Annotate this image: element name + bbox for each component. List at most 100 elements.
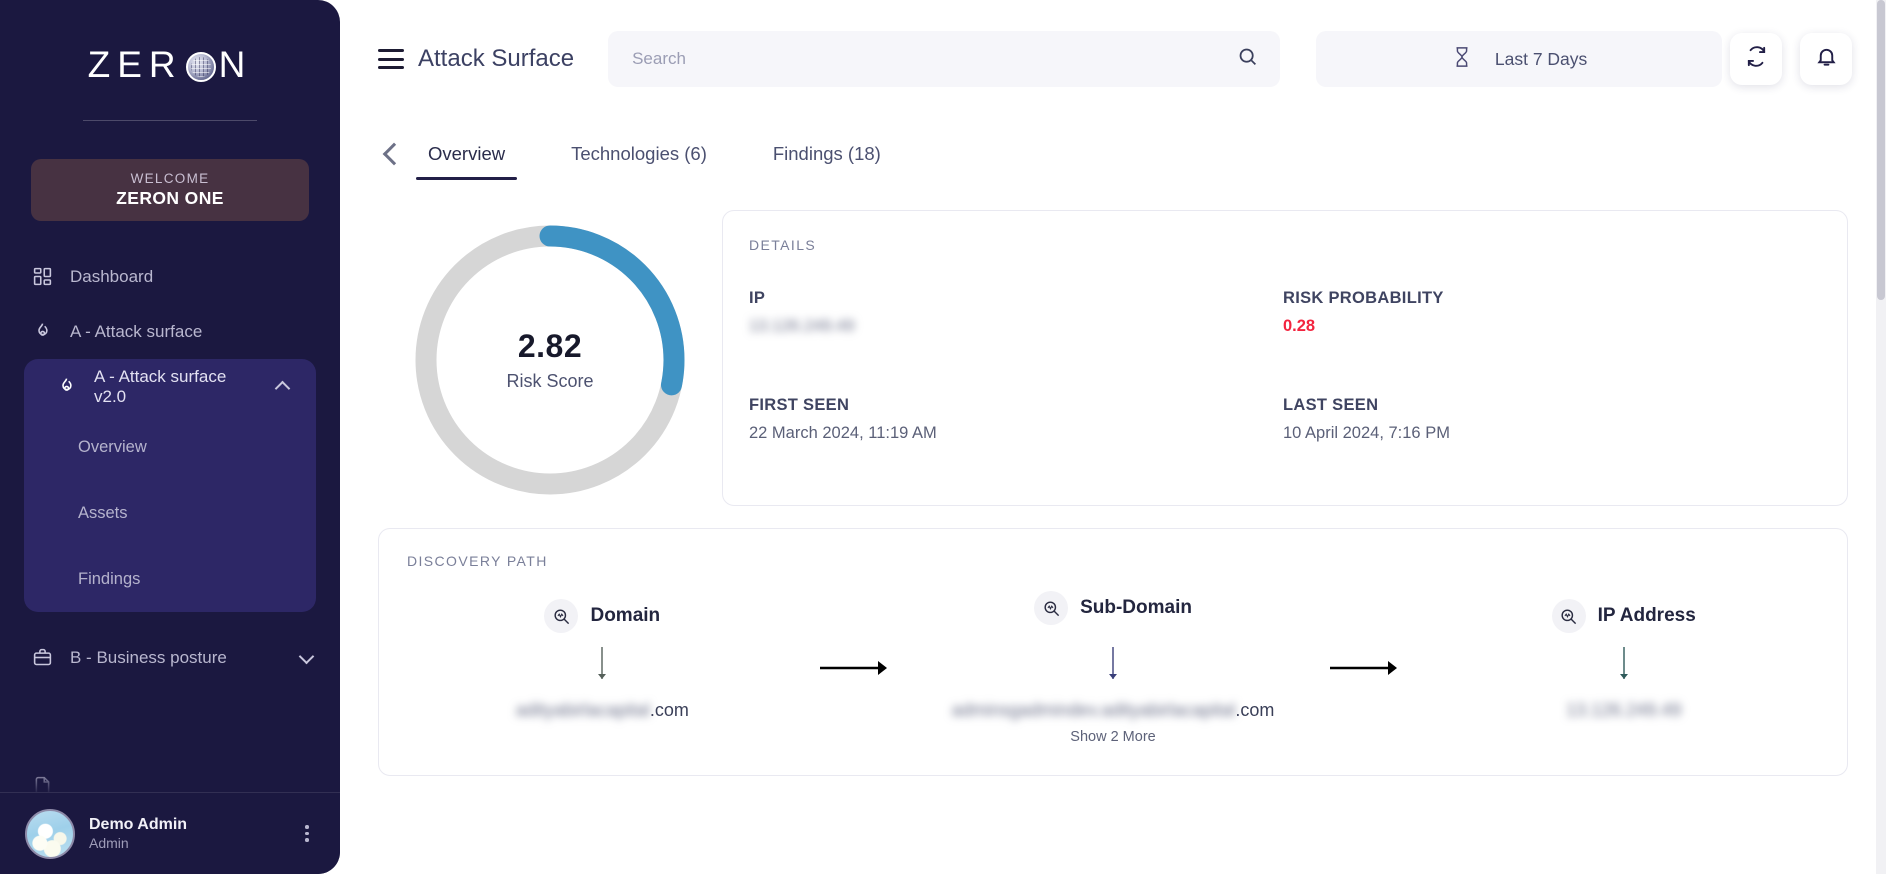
page-scrollbar[interactable] <box>1876 0 1886 874</box>
tab-label: Findings (18) <box>772 143 881 164</box>
discovery-node-value-redacted: 13.126.249.49 <box>1566 700 1682 720</box>
tab-findings[interactable]: Findings (18) <box>761 128 893 180</box>
discovery-node-value-suffix: .com <box>649 700 689 720</box>
scrollbar-thumb[interactable] <box>1877 0 1885 300</box>
magnifier-scan-icon <box>1034 591 1069 625</box>
detail-value: 0.28 <box>1283 317 1316 335</box>
risk-score-label: Risk Score <box>506 371 594 391</box>
detail-key: RISK PROBABILITY <box>1283 289 1444 307</box>
detail-key: IP <box>749 289 766 307</box>
sidebar-subitem-label: Assets <box>78 503 128 522</box>
arrow-right-icon <box>1308 599 1428 679</box>
sidebar-item-dashboard[interactable]: Dashboard <box>0 249 340 304</box>
refresh-icon <box>1745 45 1768 73</box>
flame-icon <box>32 321 53 342</box>
welcome-label: WELCOME <box>130 171 210 186</box>
flame-icon <box>56 376 77 397</box>
sidebar-item-overview[interactable]: Overview <box>24 414 316 480</box>
chevron-down-icon[interactable] <box>300 651 314 665</box>
logo-letters-n: N <box>218 44 253 85</box>
sidebar-item-attack-surface-v2[interactable]: A - Attack surface v2.0 <box>24 359 316 414</box>
detail-value: 13.126.249.49 <box>749 317 855 335</box>
discovery-node-value: 13.126.249.49 <box>1566 700 1681 721</box>
content-area: 2.82 Risk Score DETAILS IP 13.126.249.49 <box>340 190 1886 776</box>
discovery-node-value-suffix: .com <box>1235 700 1275 720</box>
details-grid: IP 13.126.249.49 RISK PROBABILITY 0.28 F… <box>749 289 1817 443</box>
detail-field-risk-probability: RISK PROBABILITY 0.28 <box>1283 289 1817 336</box>
date-range-filter[interactable]: Last 7 Days <box>1316 31 1723 87</box>
sidebar-group-attack-surface-v2: A - Attack surface v2.0 Overview Assets … <box>24 359 316 612</box>
top-bar: Attack Surface Last 7 Days <box>340 0 1886 118</box>
risk-score-value: 2.82 <box>517 328 583 364</box>
sidebar-user-bar[interactable]: Demo Admin Admin <box>0 792 340 874</box>
show-more-link[interactable]: Show 2 More <box>1070 729 1155 745</box>
notifications-button[interactable] <box>1800 33 1852 85</box>
briefcase-icon <box>32 647 53 668</box>
search-box[interactable] <box>608 31 1281 87</box>
discovery-node-value: adityabirlacapital.com <box>516 700 689 721</box>
magnifier-scan-icon <box>544 599 579 633</box>
magnifier-scan-icon <box>1551 599 1586 633</box>
sidebar-item-findings[interactable]: Findings <box>24 546 316 612</box>
user-meta: Demo Admin Admin <box>89 815 282 853</box>
arrow-down-icon <box>595 645 609 690</box>
discovery-path-card: DISCOVERY PATH Domain adityabirlacapital… <box>378 528 1848 776</box>
welcome-org-name: ZERON ONE <box>116 188 224 208</box>
sidebar-item-label: Dashboard <box>70 266 154 286</box>
chevron-up-icon[interactable] <box>276 380 290 394</box>
detail-field-first-seen: FIRST SEEN 22 March 2024, 11:19 AM <box>749 396 1283 443</box>
tab-bar: Overview Technologies (6) Findings (18) <box>340 118 1886 190</box>
sidebar-item-label: B - Business posture <box>70 647 227 667</box>
risk-score-gauge-wrap: 2.82 Risk Score <box>378 210 722 506</box>
chevron-left-icon[interactable] <box>378 141 404 167</box>
detail-field-last-seen: LAST SEEN 10 April 2024, 7:16 PM <box>1283 396 1817 443</box>
detail-value: 22 March 2024, 11:19 AM <box>749 424 937 442</box>
tab-overview[interactable]: Overview <box>416 128 518 180</box>
discovery-node-head: Domain <box>544 599 660 633</box>
logo-divider <box>83 120 257 121</box>
brand-logo[interactable]: ZE R N <box>0 0 340 121</box>
user-role: Admin <box>89 834 129 851</box>
details-card: DETAILS IP 13.126.249.49 RISK PROBABILIT… <box>722 210 1848 506</box>
page-title: Attack Surface <box>418 45 575 72</box>
sidebar-nav: Dashboard A - Attack surface A - Attack … <box>0 249 340 794</box>
search-icon[interactable] <box>1237 46 1258 72</box>
logo-letters-r: R <box>148 44 183 85</box>
sidebar: ZE R N WELCOME ZERON ONE Dashboard A - A… <box>0 0 340 874</box>
discovery-node-head: IP Address <box>1551 599 1696 633</box>
refresh-button[interactable] <box>1730 33 1782 85</box>
discovery-node-title: Sub-Domain <box>1080 597 1192 618</box>
risk-score-gauge: 2.82 Risk Score <box>408 218 692 502</box>
discovery-node-value-redacted: adminsgadmindev.adityabirlacapital <box>951 700 1236 720</box>
arrow-down-icon <box>1617 645 1631 690</box>
main-content: Attack Surface Last 7 Days <box>340 0 1886 874</box>
sidebar-item-label: A - Attack surface v2.0 <box>94 366 227 406</box>
detail-key: FIRST SEEN <box>749 396 850 414</box>
tab-technologies[interactable]: Technologies (6) <box>559 128 719 180</box>
welcome-card: WELCOME ZERON ONE <box>31 159 309 221</box>
bell-icon <box>1815 45 1838 73</box>
dashboard-grid-icon <box>32 266 53 287</box>
sidebar-item-assets[interactable]: Assets <box>24 480 316 546</box>
app-root: ZE R N WELCOME ZERON ONE Dashboard A - A… <box>0 0 1886 874</box>
discovery-node-title: Domain <box>590 605 661 626</box>
discovery-path-flow: Domain adityabirlacapital.com Sub-Domain… <box>407 591 1819 745</box>
kebab-menu-icon[interactable] <box>296 825 318 842</box>
discovery-node-value-redacted: adityabirlacapital <box>515 700 650 720</box>
user-name: Demo Admin <box>89 815 188 833</box>
discovery-node-head: Sub-Domain <box>1034 591 1192 625</box>
risk-score-center: 2.82 Risk Score <box>408 218 692 502</box>
sidebar-item-business-posture[interactable]: B - Business posture <box>0 630 340 685</box>
tab-label: Technologies (6) <box>571 143 707 164</box>
discovery-node-ip-address: IP Address 13.126.249.49 <box>1428 599 1819 721</box>
hamburger-menu-icon[interactable] <box>378 49 404 69</box>
sidebar-subitem-label: Findings <box>78 569 141 588</box>
date-range-label: Last 7 Days <box>1494 48 1588 69</box>
search-input[interactable] <box>632 49 1238 69</box>
sidebar-item-label: A - Attack surface <box>70 321 203 341</box>
details-heading: DETAILS <box>749 237 817 253</box>
sidebar-subitem-label: Overview <box>78 437 147 456</box>
discovery-node-value: adminsgadmindev.adityabirlacapital.com <box>952 700 1275 721</box>
arrow-down-icon <box>1106 645 1120 690</box>
sidebar-item-attack-surface[interactable]: A - Attack surface <box>0 304 340 359</box>
